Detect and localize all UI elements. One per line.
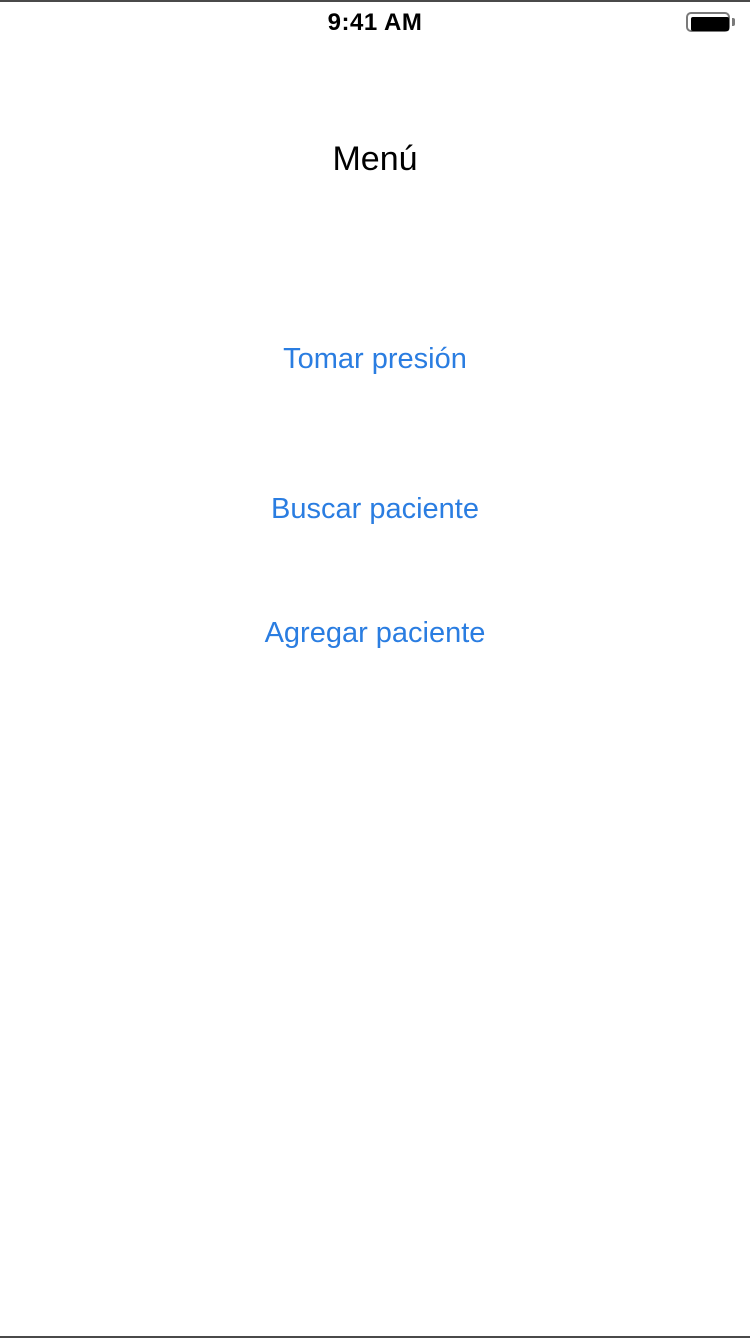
add-patient-label: Agregar paciente <box>264 617 486 649</box>
take-pressure-button[interactable]: Tomar presión <box>0 343 750 376</box>
battery-tip <box>732 18 735 26</box>
page-title: Menú <box>332 140 418 178</box>
search-patient-label: Buscar paciente <box>271 493 479 525</box>
battery-fill <box>691 17 729 31</box>
status-time: 9:41 AM <box>327 9 423 36</box>
status-bar: 9:41 AM <box>0 2 750 42</box>
battery-body <box>686 12 730 32</box>
search-patient-button[interactable]: Buscar paciente <box>0 493 750 526</box>
app-screen: 9:41 AM Menú Tomar presión Buscar pacien… <box>0 0 750 1338</box>
add-patient-button[interactable]: Agregar paciente <box>0 617 750 650</box>
battery-icon <box>686 12 738 36</box>
take-pressure-label: Tomar presión <box>283 343 467 375</box>
